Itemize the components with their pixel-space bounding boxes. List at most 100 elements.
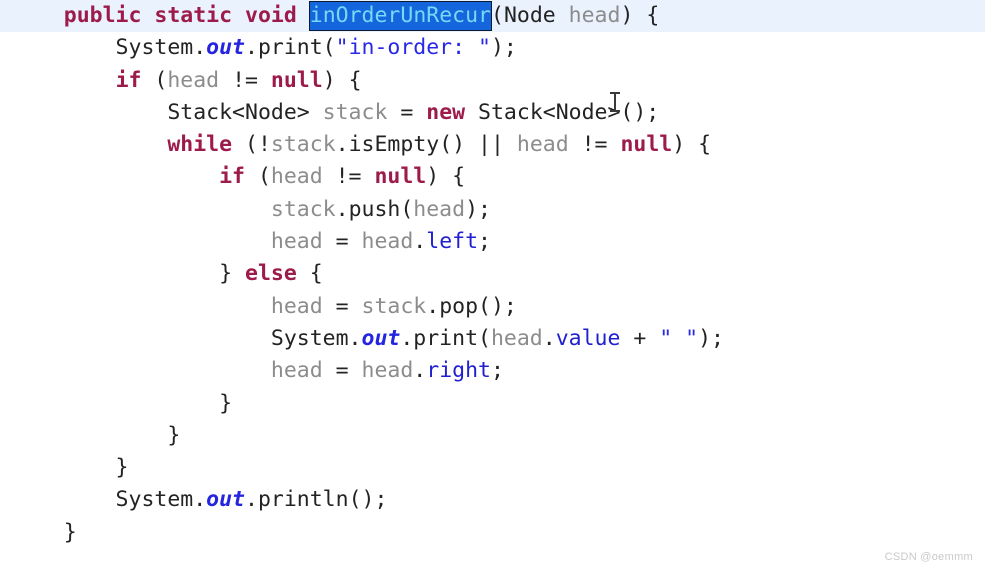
code-token-keyword: void bbox=[245, 3, 297, 28]
code-token-plain: Stack<Node> bbox=[12, 99, 323, 125]
code-line-text: } bbox=[0, 388, 232, 420]
code-line[interactable]: stack.push(head); bbox=[0, 194, 985, 226]
code-token-keyword: null bbox=[620, 132, 673, 158]
code-line-text: Stack<Node> stack = new Stack<Node>(); bbox=[0, 97, 659, 129]
code-line[interactable]: head = stack.pop(); bbox=[0, 291, 985, 323]
code-line-text: if (head != null) { bbox=[0, 161, 465, 193]
code-token-var: head bbox=[270, 164, 323, 190]
code-line[interactable]: if (head != null) { bbox=[0, 161, 985, 193]
code-token-var: head bbox=[413, 196, 466, 222]
code-token-var: head bbox=[270, 293, 323, 319]
code-token-keyword: else bbox=[245, 261, 297, 287]
code-token-punct: . bbox=[413, 358, 427, 384]
code-line[interactable]: head = head.right; bbox=[0, 355, 985, 387]
code-token-punct: } bbox=[12, 261, 245, 287]
code-token-static: out bbox=[206, 35, 246, 61]
code-token-keyword: public bbox=[63, 3, 142, 28]
code-token-punct: { bbox=[296, 261, 323, 287]
code-token-var: stack bbox=[322, 99, 388, 125]
code-line-text: System.out.println(); bbox=[0, 484, 388, 516]
selected-identifier[interactable]: inOrderUnRecur bbox=[309, 2, 491, 30]
code-token-punct: != bbox=[322, 164, 375, 190]
code-line[interactable]: head = head.left; bbox=[0, 226, 985, 258]
code-token-var: head bbox=[361, 358, 414, 384]
code-line-text: } bbox=[0, 420, 180, 452]
code-token-keyword: while bbox=[167, 132, 233, 158]
code-token-plain: .push( bbox=[335, 196, 414, 222]
code-line-text: public static void inOrderUnRecur(Node h… bbox=[0, 0, 659, 32]
code-editor-surface[interactable]: public static void inOrderUnRecur ( Node h… bbox=[0, 0, 985, 569]
code-token-string: " " bbox=[659, 325, 699, 351]
code-line[interactable]: } else { bbox=[0, 258, 985, 290]
code-editor-screenshot: public static void inOrderUnRecur ( Node h… bbox=[0, 0, 985, 569]
code-token-punct: != bbox=[568, 132, 621, 158]
code-token-plain: .pop(); bbox=[426, 293, 517, 319]
code-token-punct: ) { bbox=[322, 67, 362, 93]
code-token-punct: } bbox=[12, 519, 77, 545]
code-token-punct: } bbox=[12, 390, 233, 416]
code-line[interactable]: } bbox=[0, 420, 985, 452]
code-token-punct: ) { bbox=[426, 164, 466, 190]
code-token-punct: } bbox=[12, 422, 181, 448]
code-token-punct: ( bbox=[141, 67, 168, 93]
code-token-keyword: null bbox=[270, 67, 323, 93]
code-line[interactable]: } bbox=[0, 388, 985, 420]
code-token-plain: ); bbox=[698, 325, 724, 351]
code-token-var: head bbox=[167, 67, 220, 93]
code-token-var: head bbox=[270, 358, 323, 384]
code-token-plain: ); bbox=[465, 196, 491, 222]
code-token-punct: (! bbox=[232, 132, 271, 158]
code-token-static: out bbox=[361, 325, 401, 351]
code-line[interactable]: } bbox=[0, 452, 985, 484]
code-token-keyword: if bbox=[115, 67, 142, 93]
code-token-plain: System. bbox=[12, 325, 362, 351]
code-token-plain: .isEmpty() || bbox=[335, 132, 517, 158]
code-line-text: System.out.print("in-order: "); bbox=[0, 32, 517, 64]
code-token-type: Node bbox=[503, 3, 556, 28]
code-line-text: System.out.print(head.value + " "); bbox=[0, 323, 724, 355]
code-token-plain: .print( bbox=[400, 325, 491, 351]
code-line[interactable]: if (head != null) { bbox=[0, 65, 985, 97]
code-line[interactable]: System.out.println(); bbox=[0, 484, 985, 516]
code-line[interactable]: public static void inOrderUnRecur(Node h… bbox=[0, 0, 985, 33]
code-token-plain: .print( bbox=[245, 35, 336, 61]
code-line[interactable]: while (!stack.isEmpty() || head != null)… bbox=[0, 129, 985, 161]
code-token-plain: Stack<Node>(); bbox=[465, 99, 660, 125]
code-token-static: out bbox=[206, 487, 246, 513]
code-token-punct: ) { bbox=[620, 3, 660, 28]
code-line[interactable]: } bbox=[0, 517, 985, 549]
code-line-text: head = head.left; bbox=[0, 226, 491, 258]
code-token-keyword: if bbox=[219, 164, 245, 190]
code-token-field: left bbox=[426, 229, 479, 255]
code-token-punct: ( bbox=[245, 164, 271, 190]
code-token-field: value bbox=[555, 325, 621, 351]
code-line-text: if (head != null) { bbox=[0, 65, 362, 97]
code-token-var: head bbox=[361, 229, 414, 255]
code-token-punct: + bbox=[620, 325, 660, 351]
code-token-plain: System. bbox=[12, 35, 207, 61]
code-token-field: right bbox=[426, 358, 491, 384]
code-token-string: "in-order: " bbox=[335, 35, 491, 61]
code-line-text: head = head.right; bbox=[0, 355, 504, 387]
code-token-plain: System. bbox=[12, 487, 207, 513]
code-token-punct: != bbox=[219, 67, 271, 93]
code-token-keyword: null bbox=[374, 164, 427, 190]
code-line[interactable]: Stack<Node> stack = new Stack<Node>(); bbox=[0, 97, 985, 129]
code-token-punct: } bbox=[12, 455, 129, 481]
code-token-var: head bbox=[568, 3, 621, 28]
code-line[interactable]: System.out.print("in-order: "); bbox=[0, 32, 985, 64]
code-line-text: } bbox=[0, 452, 129, 484]
code-line[interactable]: System.out.print(head.value + " "); bbox=[0, 323, 985, 355]
code-token-keyword: static bbox=[154, 3, 233, 28]
code-token-punct: ) { bbox=[672, 132, 712, 158]
